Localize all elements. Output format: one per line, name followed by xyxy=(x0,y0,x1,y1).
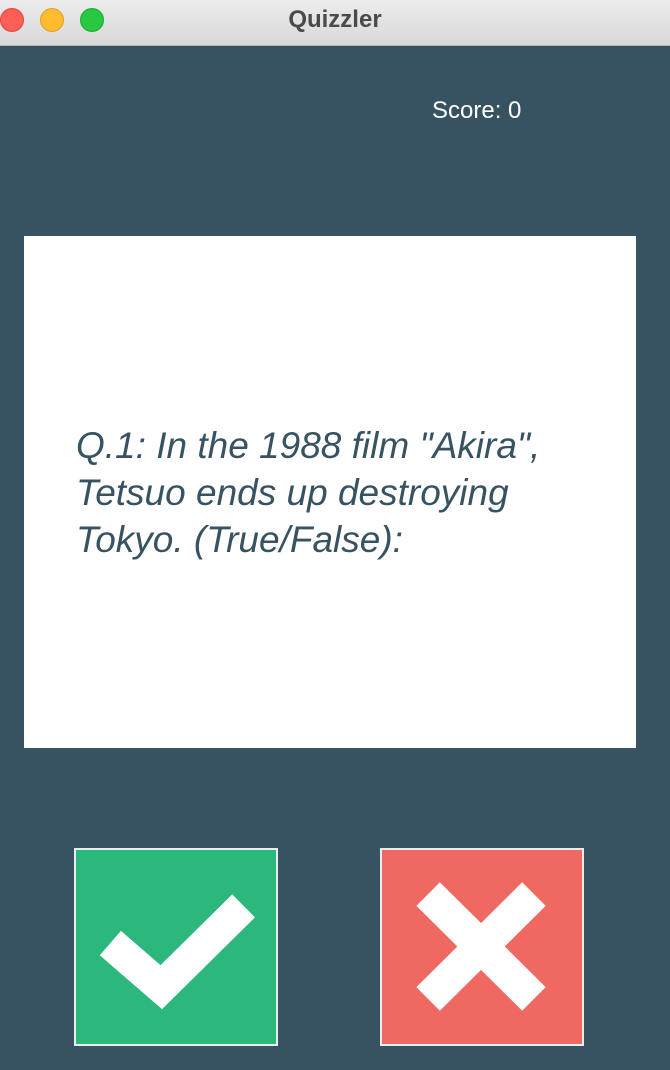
title-bar: Quizzler xyxy=(0,0,670,46)
checkmark-icon xyxy=(99,894,255,1010)
window-title: Quizzler xyxy=(288,6,382,33)
score-label: Score: 0 xyxy=(432,97,522,124)
question-card: Q.1: In the 1988 film "Akira", Tetsuo en… xyxy=(24,236,636,748)
cross-icon xyxy=(416,882,546,1011)
false-button[interactable] xyxy=(380,848,584,1046)
quizzler-window: Quizzler Score: 0 Q.1: In the 1988 film … xyxy=(0,0,670,1070)
question-text: Q.1: In the 1988 film "Akira", Tetsuo en… xyxy=(76,425,541,560)
true-button[interactable] xyxy=(74,848,278,1046)
